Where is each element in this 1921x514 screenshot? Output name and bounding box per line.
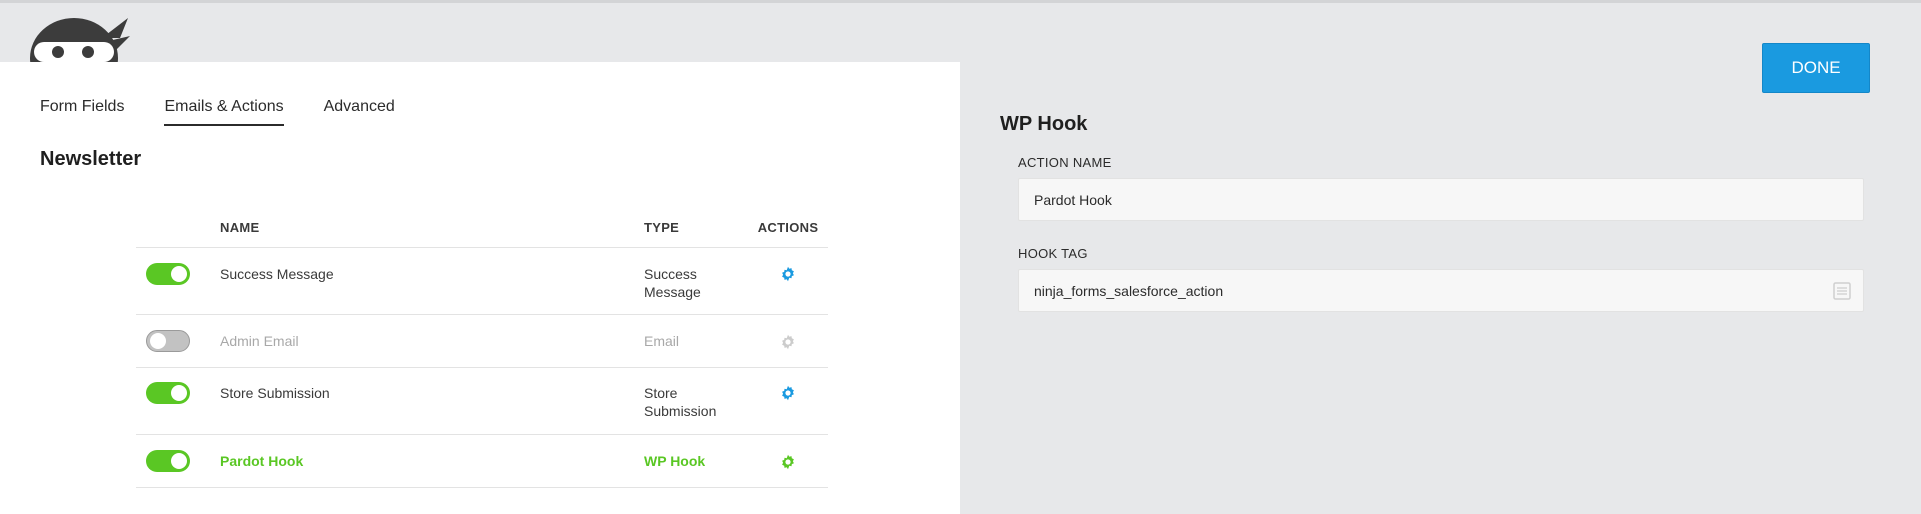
action-type: WP Hook	[644, 450, 748, 470]
action-type: Success Message	[644, 263, 748, 301]
tab-form-fields[interactable]: Form Fields	[40, 98, 124, 126]
gear-icon[interactable]	[780, 454, 796, 470]
hook-tag-input[interactable]: ninja_forms_salesforce_action	[1018, 269, 1864, 312]
action-type-line2: Message	[644, 284, 701, 300]
action-name: Pardot Hook	[220, 453, 304, 469]
table-row[interactable]: Success Message Success Message	[136, 248, 828, 315]
tab-advanced[interactable]: Advanced	[324, 98, 395, 126]
form-title: Newsletter	[40, 148, 142, 170]
table-row[interactable]: Pardot Hook WP Hook	[136, 435, 828, 488]
actions-table: NAME TYPE ACTIONS Success Message Succes…	[136, 208, 828, 488]
done-button[interactable]: DONE	[1762, 43, 1870, 93]
action-type-line1: Email	[644, 333, 680, 349]
ninja-logo-icon	[20, 12, 132, 62]
action-name-label: ACTION NAME	[1018, 155, 1112, 170]
hook-tag-value: ninja_forms_salesforce_action	[1034, 282, 1224, 299]
gear-icon[interactable]	[780, 385, 796, 401]
settings-title: WP Hook	[1000, 113, 1088, 135]
tab-bar: Form Fields Emails & Actions Advanced	[40, 98, 435, 126]
action-name: Admin Email	[220, 333, 299, 349]
enable-toggle[interactable]	[146, 450, 190, 472]
merge-tags-icon[interactable]	[1833, 282, 1851, 300]
action-name: Store Submission	[220, 385, 330, 401]
header-type: TYPE	[644, 220, 680, 235]
tab-emails-actions[interactable]: Emails & Actions	[164, 98, 284, 126]
header-actions: ACTIONS	[757, 220, 819, 235]
action-type-line1: Success	[644, 266, 697, 282]
hook-tag-label: HOOK TAG	[1018, 246, 1088, 261]
action-name: Success Message	[220, 266, 334, 282]
action-type-line1: Store	[644, 385, 678, 401]
gear-icon[interactable]	[780, 334, 796, 350]
gear-icon[interactable]	[780, 266, 796, 282]
enable-toggle[interactable]	[146, 263, 190, 285]
table-row[interactable]: Store Submission Store Submission	[136, 368, 828, 435]
table-row[interactable]: Admin Email Email	[136, 315, 828, 368]
settings-drawer: DONE WP Hook ACTION NAME Pardot Hook HOO…	[960, 0, 1921, 514]
action-type: Store Submission	[644, 382, 748, 420]
header-name: NAME	[220, 220, 260, 235]
action-type: Email	[644, 330, 748, 350]
enable-toggle[interactable]	[146, 382, 190, 404]
table-header: NAME TYPE ACTIONS	[136, 208, 828, 248]
builder-panel: Form Fields Emails & Actions Advanced Ne…	[0, 62, 960, 514]
action-type-line1: WP Hook	[644, 453, 706, 469]
action-name-value: Pardot Hook	[1034, 191, 1112, 208]
action-name-input[interactable]: Pardot Hook	[1018, 178, 1864, 221]
action-type-line2: Submission	[644, 403, 717, 419]
enable-toggle[interactable]	[146, 330, 190, 352]
